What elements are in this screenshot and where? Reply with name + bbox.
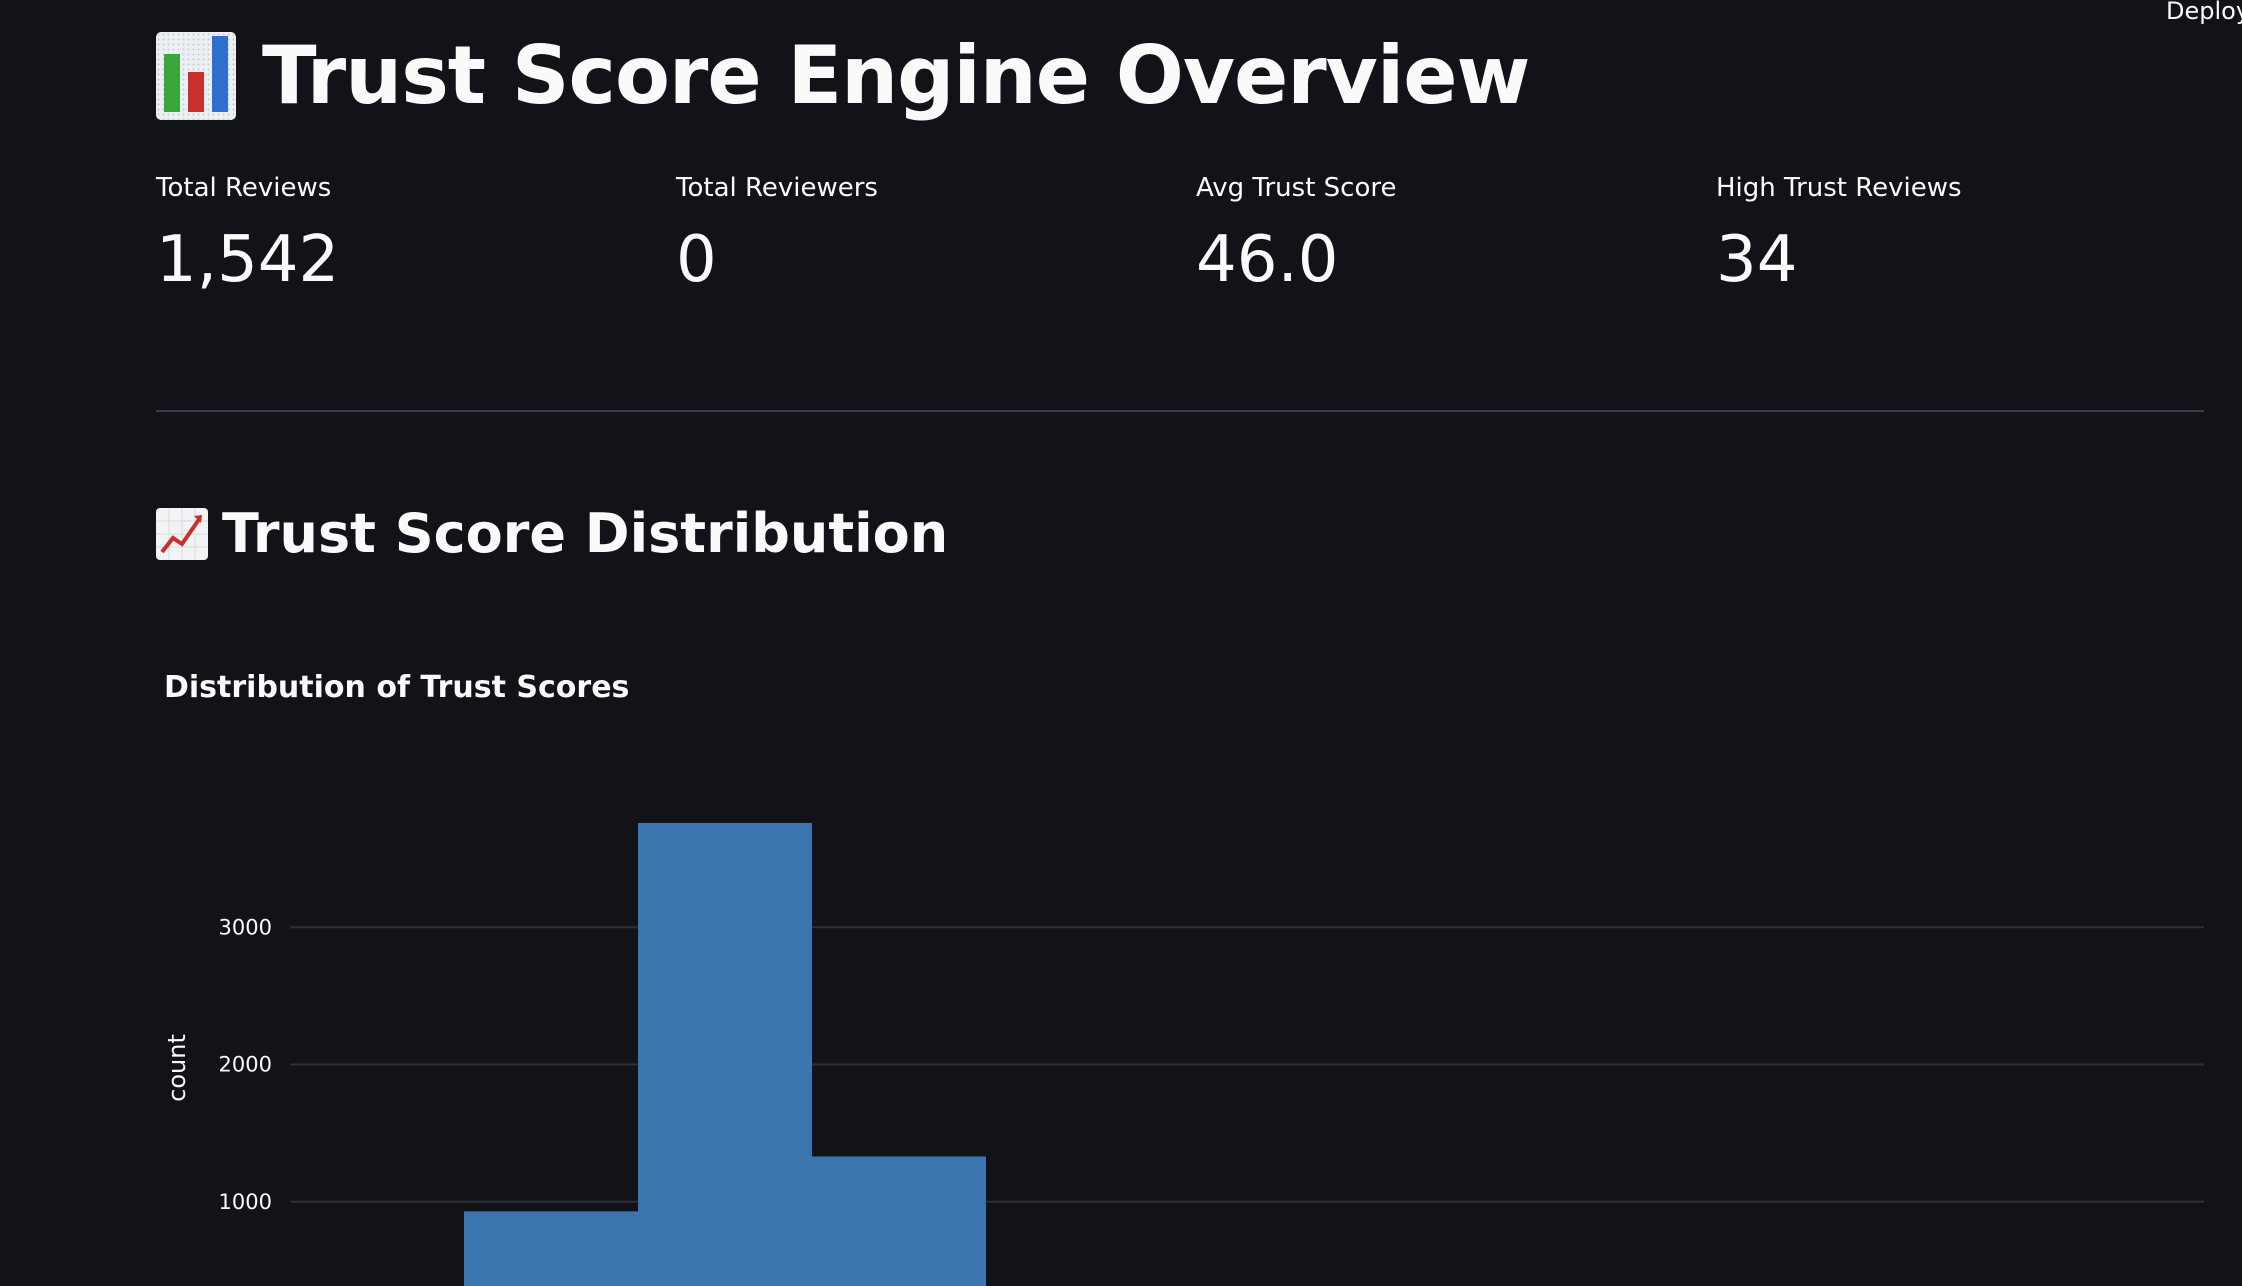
y-tick-label: 3000 — [219, 915, 272, 939]
y-axis-label: count — [163, 1034, 191, 1102]
app-page: Deploy Trust Score Engine Overview Total… — [0, 0, 2242, 1286]
histogram-bar — [638, 822, 812, 1286]
y-tick-label: 2000 — [219, 1053, 272, 1077]
histogram-bar — [812, 1156, 986, 1286]
y-tick-label: 1000 — [219, 1190, 272, 1214]
histogram-bar — [464, 1211, 638, 1286]
trust-score-histogram: 1000 2000 3000 count — [163, 822, 2204, 1286]
